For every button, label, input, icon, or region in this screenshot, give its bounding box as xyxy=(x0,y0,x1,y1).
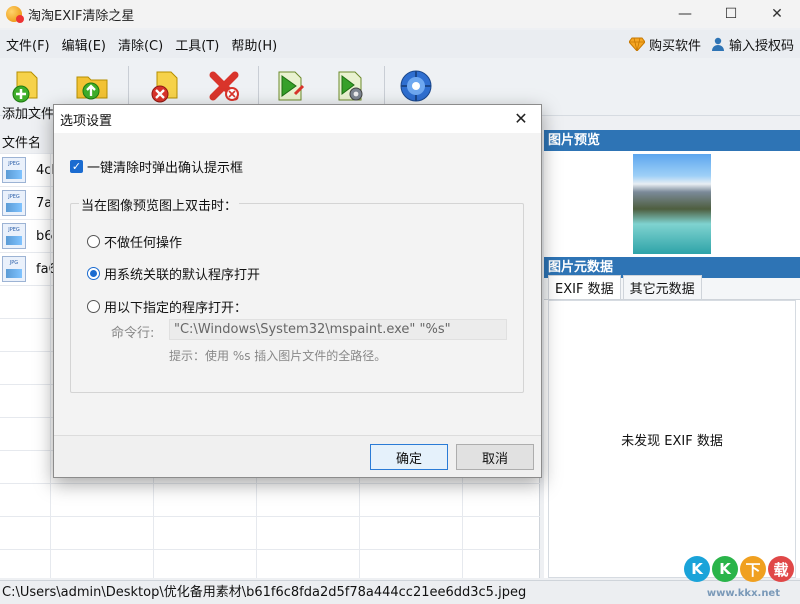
group-title: 当在图像预览图上双击时： xyxy=(79,195,240,214)
watermark-char: 载 xyxy=(768,556,794,582)
remove-file-icon xyxy=(151,71,178,103)
option-specified-program[interactable]: 用以下指定的程序打开： xyxy=(87,297,247,316)
settings-icon xyxy=(400,70,432,102)
confirm-checkbox-label: 一键清除时弹出确认提示框 xyxy=(87,161,244,176)
add-folder-icon xyxy=(76,76,108,100)
command-hint: 提示：使用 %s 插入图片文件的全路径。 xyxy=(169,349,387,363)
add-file-button[interactable] xyxy=(6,66,46,106)
buy-software-label: 购买软件 xyxy=(648,38,701,54)
enter-license-button[interactable]: 输入授权码 xyxy=(711,35,794,54)
jpg-file-icon: JPG xyxy=(2,256,26,282)
jpeg-file-icon: JPEG xyxy=(2,157,26,183)
dialog-title: 选项设置 xyxy=(60,113,113,129)
diamond-icon xyxy=(628,37,645,51)
ok-button[interactable]: 确定 xyxy=(370,444,448,470)
clear-list-button[interactable] xyxy=(204,66,244,106)
option-label: 用以下指定的程序打开： xyxy=(104,301,248,316)
preview-area[interactable] xyxy=(544,151,800,257)
dialog-footer: 确定 取消 xyxy=(54,435,541,477)
minimize-button[interactable]: — xyxy=(662,0,708,28)
add-folder-button[interactable] xyxy=(72,66,112,106)
toolbar-separator xyxy=(384,66,385,104)
tab-exif[interactable]: EXIF 数据 xyxy=(548,275,621,299)
status-path: C:\Users\admin\Desktop\优化备用素材\b61f6c8fda… xyxy=(2,585,527,600)
toolbar-separator xyxy=(258,66,259,104)
option-do-nothing[interactable]: 不做任何操作 xyxy=(87,232,182,251)
add-file-label: 添加文件 xyxy=(2,107,55,122)
clean-gear-icon xyxy=(338,71,363,101)
watermark-url: www.kkx.net xyxy=(706,588,780,599)
radio-default-program[interactable] xyxy=(87,267,100,280)
menu-clear[interactable]: 清除(C) xyxy=(112,35,169,54)
add-file-icon xyxy=(12,71,38,103)
toolbar-separator xyxy=(128,66,129,104)
no-exif-message: 未发现 EXIF 数据 xyxy=(621,433,723,449)
menu-file[interactable]: 文件(F) xyxy=(0,35,56,54)
user-icon xyxy=(711,37,724,51)
option-label: 用系统关联的默认程序打开 xyxy=(104,268,261,283)
radio-specified-program[interactable] xyxy=(87,300,100,313)
radio-do-nothing[interactable] xyxy=(87,235,100,248)
jpeg-file-icon: JPEG xyxy=(2,223,26,249)
double-click-group: 当在图像预览图上双击时： 不做任何操作 用系统关联的默认程序打开 用以下指定的程… xyxy=(70,195,524,393)
preview-header: 图片预览 xyxy=(544,130,800,151)
jpeg-file-icon: JPEG xyxy=(2,190,26,216)
maximize-button[interactable]: ☐ xyxy=(708,0,754,28)
tab-other-metadata[interactable]: 其它元数据 xyxy=(622,275,702,299)
menu-bar: 文件(F) 编辑(E) 清除(C) 工具(T) 帮助(H) 购买软件 输入授权码 xyxy=(0,30,800,58)
file-name: b6 xyxy=(36,228,53,244)
dialog-close-button[interactable]: ✕ xyxy=(511,109,531,128)
watermark-logo: K K 下 载 xyxy=(684,556,794,582)
option-default-program[interactable]: 用系统关联的默认程序打开 xyxy=(87,264,260,283)
command-line-input[interactable]: "C:\Windows\System32\mspaint.exe" "%s" xyxy=(169,319,507,340)
options-dialog: 选项设置 ✕ ✓ 一键清除时弹出确认提示框 当在图像预览图上双击时： 不做任何操… xyxy=(53,104,542,478)
right-panel: 图片预览 图片元数据 EXIF 数据 其它元数据 未发现 EXIF 数据 xyxy=(544,130,800,578)
window-title: 淘淘EXIF清除之星 xyxy=(28,8,135,24)
watermark-char: 下 xyxy=(740,556,766,582)
clean-start-icon xyxy=(278,71,305,101)
dialog-title-bar: 选项设置 xyxy=(54,105,541,133)
watermark-char: K xyxy=(712,556,738,582)
preview-image[interactable] xyxy=(633,154,711,254)
title-bar: 淘淘EXIF清除之星 — ☐ ✕ xyxy=(0,0,800,28)
command-line-label: 命令行: xyxy=(111,326,155,341)
clean-start-button[interactable] xyxy=(270,66,310,106)
clean-options-button[interactable] xyxy=(330,66,370,106)
confirm-checkbox[interactable]: ✓ xyxy=(70,160,83,173)
confirm-checkbox-row[interactable]: ✓ 一键清除时弹出确认提示框 xyxy=(70,157,243,176)
enter-license-label: 输入授权码 xyxy=(728,38,794,54)
close-window-button[interactable]: ✕ xyxy=(754,0,800,28)
menu-edit[interactable]: 编辑(E) xyxy=(56,35,112,54)
menu-tools[interactable]: 工具(T) xyxy=(169,35,225,54)
settings-button[interactable] xyxy=(396,66,436,106)
buy-software-button[interactable]: 购买软件 xyxy=(628,35,701,54)
clear-list-icon xyxy=(209,71,239,101)
watermark-char: K xyxy=(684,556,710,582)
remove-file-button[interactable] xyxy=(144,66,184,106)
status-bar: C:\Users\admin\Desktop\优化备用素材\b61f6c8fda… xyxy=(0,580,800,604)
app-logo-icon xyxy=(6,6,24,23)
metadata-tabs: EXIF 数据 其它元数据 xyxy=(544,275,800,300)
cancel-button[interactable]: 取消 xyxy=(456,444,534,470)
menu-help[interactable]: 帮助(H) xyxy=(225,35,283,54)
option-label: 不做任何操作 xyxy=(104,236,183,251)
metadata-content: 未发现 EXIF 数据 xyxy=(548,300,796,578)
